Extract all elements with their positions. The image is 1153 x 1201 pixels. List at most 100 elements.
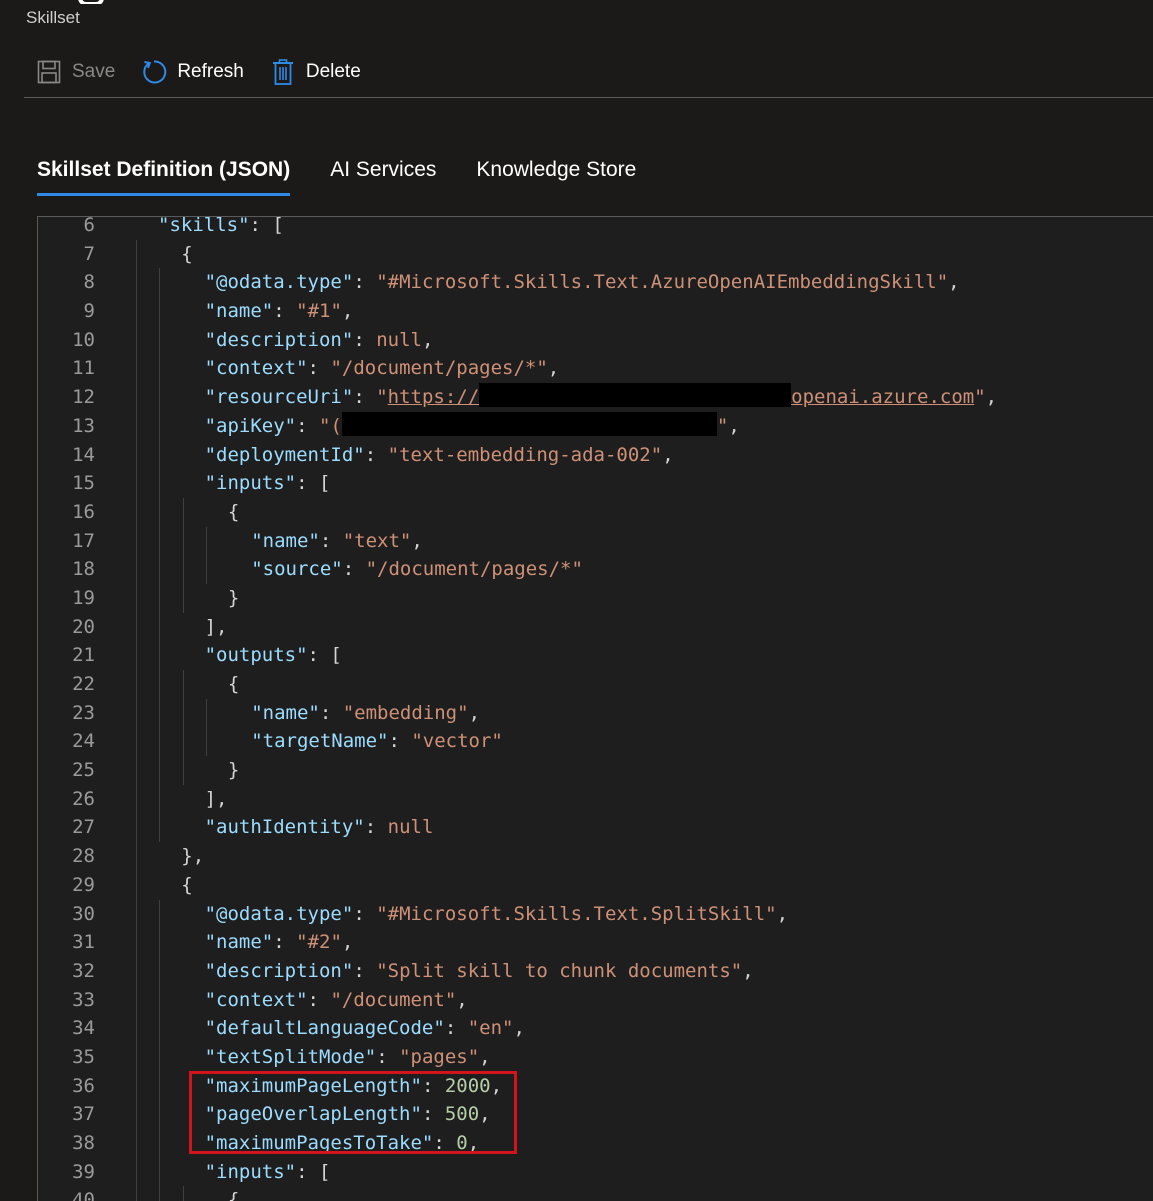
code-line: 32 "description": "Split skill to chunk d… (38, 956, 1153, 986)
code-token: , (411, 529, 423, 552)
indent-guide (159, 469, 161, 498)
code-token: } (227, 759, 240, 782)
code-token: { (181, 242, 193, 265)
code-token: "defaultLanguageCode" (204, 1017, 445, 1040)
code-token: { (227, 1189, 240, 1201)
indent-guide (205, 698, 207, 728)
code-line: 11 "context": "/document/pages/*", (38, 354, 1153, 384)
indent-guide (136, 612, 137, 642)
code-text: }, (181, 842, 204, 871)
code-text: } (228, 756, 239, 785)
code-token: "@odata.type" (204, 902, 354, 925)
indent-guide (159, 784, 161, 814)
tab-skillset-definition[interactable]: Skillset Definition (JSON) (37, 158, 291, 196)
code-text: "name": "text", (251, 527, 423, 556)
code-line: 20], (38, 612, 1153, 642)
line-number: 33 (72, 988, 95, 1011)
code-line: 40 { (38, 1186, 1153, 1201)
line-number: 19 (72, 586, 95, 609)
refresh-button[interactable]: Refresh (141, 59, 244, 85)
code-text: "inputs": [ (205, 1158, 331, 1187)
indent-guide (159, 583, 161, 613)
code-token: "#1" (296, 300, 342, 323)
code-text: "skills": [ (158, 217, 284, 240)
code-text: "name": "#1", (205, 297, 354, 326)
indent-guide (159, 985, 161, 1015)
code-text: "inputs": [ (205, 469, 331, 498)
indent-guide (159, 956, 161, 986)
tab-knowledge-store[interactable]: Knowledge Store (476, 158, 636, 192)
indent-guide (159, 756, 161, 785)
code-token: { (227, 673, 240, 695)
code-text: "resourceUri": "https://openai.azure.com… (205, 383, 998, 412)
indent-guide (205, 727, 207, 757)
code-token: "authIdentity" (204, 816, 365, 839)
code-token: : (273, 300, 297, 323)
code-token: "pages" (399, 1045, 480, 1068)
code-line: 30 "@odata.type": "#Microsoft.Skills.Text… (38, 899, 1153, 929)
indent-guide (136, 497, 137, 527)
code-line: 39 "inputs": [ (38, 1157, 1153, 1187)
json-editor[interactable]: 6 "skills": [7{8 "@odata.type": "#Microsof… (37, 216, 1153, 1201)
code-text: "description": null, (205, 326, 434, 355)
line-number: 35 (72, 1045, 95, 1068)
code-token: "inputs" (204, 1160, 297, 1183)
indent-guide (136, 784, 137, 814)
line-number: 32 (72, 959, 95, 982)
line-number: 37 (72, 1103, 95, 1126)
code-text: } (228, 584, 239, 613)
indent-guide (136, 727, 137, 757)
indent-guide (136, 325, 137, 355)
save-icon (36, 59, 62, 85)
tab-bar: Skillset Definition (JSON) AI Services K… (37, 158, 676, 196)
code-line: 17 "name": "text", (38, 526, 1153, 556)
indent-guide (159, 727, 161, 757)
line-number: 9 (83, 300, 95, 323)
code-token: "en" (467, 1017, 514, 1040)
code-token: "context" (204, 357, 308, 380)
indent-guide (136, 842, 137, 871)
line-number: 10 (72, 328, 95, 351)
indent-guide (182, 583, 184, 613)
delete-button[interactable]: Delete (270, 59, 361, 85)
code-text: "apiKey": "(", (205, 411, 740, 441)
code-token: https:// (387, 386, 480, 409)
code-text: "defaultLanguageCode": "en", (205, 1014, 525, 1043)
line-number: 21 (72, 644, 95, 667)
code-line: 18 "source": "/document/pages/*" (38, 555, 1153, 584)
code-token: , (985, 386, 998, 409)
code-token: : (353, 959, 377, 982)
indent-guide (159, 383, 161, 412)
code-text: "context": "/document", (205, 986, 468, 1015)
code-line: 12 "resourceUri": "https://openai.azure.c… (38, 383, 1153, 412)
indent-guide (205, 526, 207, 556)
code-line: 24 "targetName": "vector" (38, 727, 1153, 757)
code-line: 35 "textSplitMode": "pages", (38, 1042, 1153, 1072)
page-subtitle: Skillset (26, 8, 80, 27)
code-text: ], (205, 785, 228, 814)
indent-guide (182, 1186, 184, 1201)
tab-ai-services[interactable]: AI Services (330, 158, 436, 192)
code-token: null (376, 328, 422, 351)
code-token: , (421, 328, 434, 351)
code-token: : (388, 730, 412, 753)
line-number: 6 (83, 216, 95, 236)
code-token: : (433, 1132, 457, 1154)
code-token: }, (181, 845, 205, 868)
code-token: , (513, 1017, 525, 1040)
indent-guide (182, 497, 184, 527)
code-token: "name" (251, 529, 320, 552)
indent-guide (136, 813, 137, 843)
save-button[interactable]: Save (36, 59, 115, 85)
indent-guide (159, 1100, 161, 1129)
code-text: "outputs": [ (205, 641, 342, 670)
code-token: : (273, 931, 297, 954)
indent-guide (136, 297, 137, 326)
code-token: , (776, 902, 789, 925)
code-token: : (319, 529, 343, 552)
code-token: , (341, 300, 354, 323)
line-number: 13 (72, 414, 95, 437)
delete-label: Delete (305, 61, 361, 82)
code-text: "@odata.type": "#Microsoft.Skills.Text.A… (205, 268, 960, 297)
code-text: { (228, 670, 239, 699)
